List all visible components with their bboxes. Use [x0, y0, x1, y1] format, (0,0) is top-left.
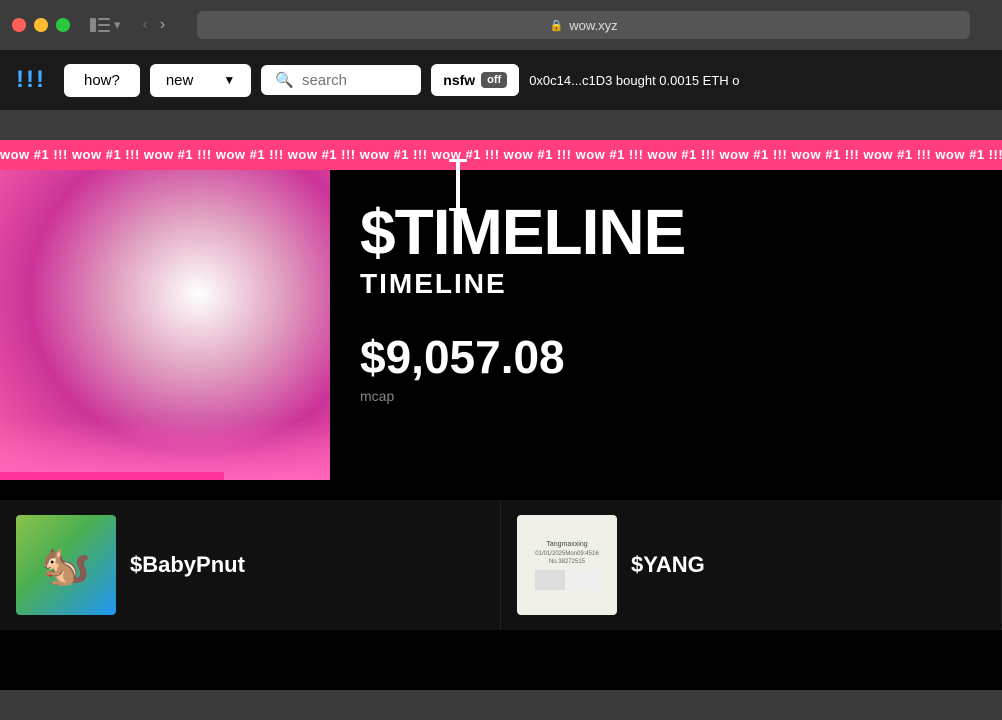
lock-icon: 🔒 [550, 19, 564, 32]
back-button[interactable]: ‹ [139, 14, 152, 36]
featured-mcap-label: mcap [360, 388, 972, 404]
bottom-cards-row: 🐿️ $BabyPnut Tangmaxxing 01/01/2025Mon09… [0, 500, 1002, 630]
featured-info: $TIMELINE TIMELINE $9,057.08 mcap [330, 170, 1002, 500]
bottom-card-symbol-1: $YANG [631, 552, 705, 578]
search-icon: 🔍 [275, 71, 294, 89]
bottom-card-0[interactable]: 🐿️ $BabyPnut [0, 500, 501, 630]
search-box[interactable]: 🔍 [261, 65, 421, 95]
address-bar[interactable]: 🔒 wow.xyz [197, 11, 970, 39]
minimize-button[interactable] [34, 18, 48, 32]
yang-image: Tangmaxxing 01/01/2025Mon09:4516 No.3827… [517, 515, 617, 615]
featured-token-name: TIMELINE [360, 268, 972, 300]
ticker-scroll: 0x0c14...c1D3 bought 0.0015 ETH o [529, 73, 986, 88]
featured-image [0, 170, 330, 480]
bottom-card-1[interactable]: Tangmaxxing 01/01/2025Mon09:4516 No.3827… [501, 500, 1002, 630]
chevron-down-icon: ▼ [223, 73, 235, 87]
new-dropdown[interactable]: new ▼ [150, 64, 251, 97]
nav-arrows: ‹ › [139, 14, 170, 36]
bottom-card-image-1: Tangmaxxing 01/01/2025Mon09:4516 No.3827… [517, 515, 617, 615]
search-input[interactable] [302, 72, 392, 89]
nsfw-toggle[interactable]: nsfw off [431, 64, 519, 96]
bottom-card-symbol-0: $BabyPnut [130, 552, 245, 578]
featured-mcap-value: $9,057.08 [360, 330, 972, 384]
maximize-button[interactable] [56, 18, 70, 32]
close-button[interactable] [12, 18, 26, 32]
new-dropdown-label: new [166, 72, 194, 89]
marquee-text: wow #1 !!! wow #1 !!! wow #1 !!! wow #1 … [0, 147, 1002, 162]
featured-progress-bar [0, 472, 224, 480]
nsfw-label: nsfw [443, 72, 475, 88]
ticker-text: 0x0c14...c1D3 bought 0.0015 ETH o [529, 73, 739, 88]
marquee-banner: wow #1 !!! wow #1 !!! wow #1 !!! wow #1 … [0, 140, 1002, 170]
bottom-card-image-0: 🐿️ [16, 515, 116, 615]
site-logo[interactable]: !!! [16, 66, 46, 94]
featured-card[interactable]: $TIMELINE TIMELINE $9,057.08 mcap [0, 170, 1002, 500]
bottom-card-info-0: $BabyPnut [130, 552, 245, 578]
sidebar-toggle[interactable]: ▾ [90, 17, 121, 33]
window-controls [12, 18, 70, 32]
main-content: wow #1 !!! wow #1 !!! wow #1 !!! wow #1 … [0, 140, 1002, 690]
baby-image: 🐿️ [16, 515, 116, 615]
featured-token-symbol: $TIMELINE [360, 200, 972, 264]
nav-bar: !!! how? new ▼ 🔍 nsfw off 0x0c14...c1D3 … [0, 50, 1002, 110]
featured-image-overlay [0, 420, 330, 480]
how-button[interactable]: how? [64, 64, 140, 97]
forward-button[interactable]: › [156, 14, 169, 36]
nsfw-state: off [481, 72, 507, 88]
bottom-card-info-1: $YANG [631, 552, 705, 578]
url-text: wow.xyz [569, 18, 617, 33]
